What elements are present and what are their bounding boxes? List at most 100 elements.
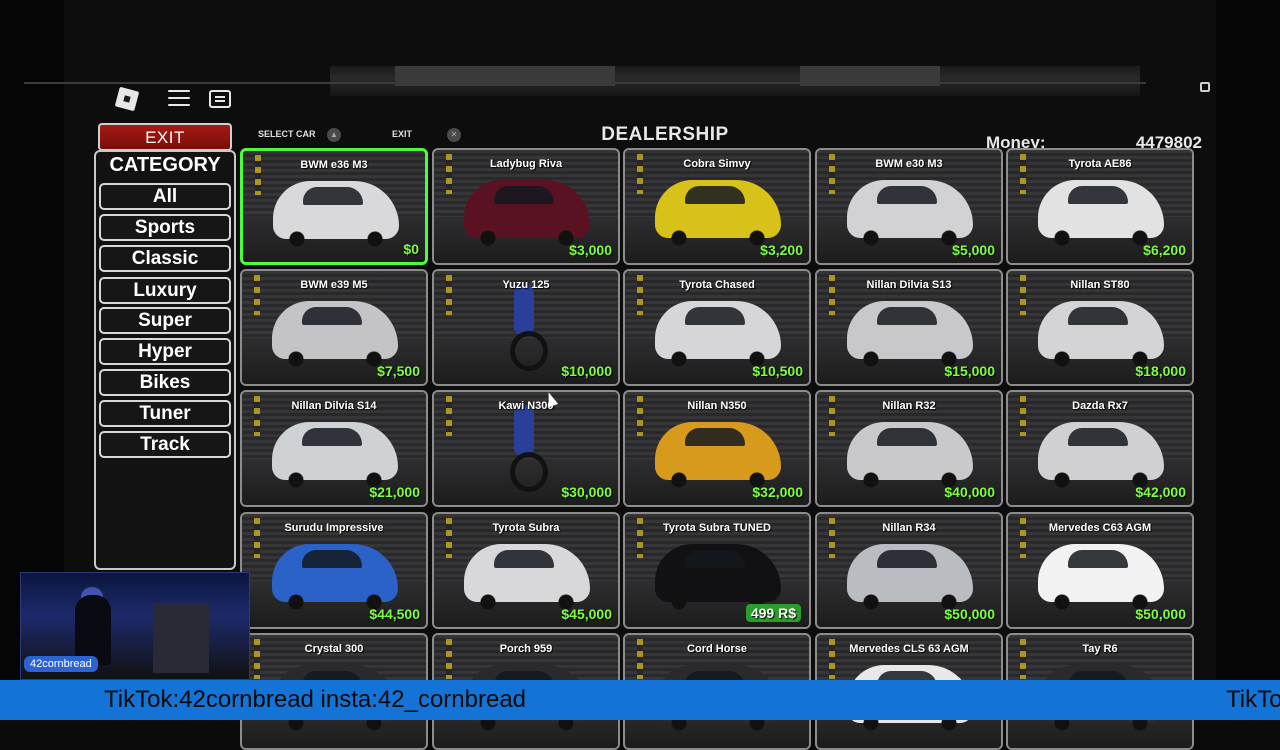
letterbox-right	[1216, 0, 1280, 720]
car-image	[464, 544, 590, 610]
car-price: $50,000	[1135, 606, 1186, 622]
car-card[interactable]: Kawi N300 $30,000	[432, 390, 620, 507]
car-card[interactable]: BWM e36 M3 $0	[240, 148, 428, 265]
car-price: $50,000	[944, 606, 995, 622]
car-price: $3,200	[760, 242, 803, 258]
triangle-button-icon: ▲	[327, 128, 341, 142]
category-track-button[interactable]: Track	[99, 431, 231, 458]
car-card[interactable]: BWM e39 M5 $7,500	[240, 269, 428, 386]
car-price: $21,000	[369, 484, 420, 500]
car-image	[655, 301, 781, 367]
car-price: $45,000	[561, 606, 612, 622]
category-super-button[interactable]: Super	[99, 307, 231, 334]
car-name: Tyrota AE86	[1068, 158, 1132, 170]
car-image	[655, 180, 781, 246]
car-price: $7,500	[377, 363, 420, 379]
menu-icon[interactable]	[168, 90, 190, 108]
banner-text: TikTok:42cornbread insta:42_cornbread	[104, 686, 527, 713]
page-title: DEALERSHIP	[601, 124, 729, 145]
category-sports-button[interactable]: Sports	[99, 214, 231, 241]
car-card[interactable]: Yuzu 125 $10,000	[432, 269, 620, 386]
car-image	[1038, 180, 1164, 246]
car-price: $10,500	[752, 363, 803, 379]
car-image	[847, 180, 973, 246]
category-hyper-button[interactable]: Hyper	[99, 338, 231, 365]
car-name: Tyrota Chased	[679, 279, 755, 291]
window-edge	[24, 82, 1146, 84]
category-all-button[interactable]: All	[99, 183, 231, 210]
car-image	[655, 544, 781, 610]
car-name: Nillan ST80	[1070, 279, 1130, 291]
car-image	[1038, 422, 1164, 488]
car-image	[847, 544, 973, 610]
car-card[interactable]: Nillan N350 $32,000	[623, 390, 811, 507]
car-card[interactable]: Surudu Impressive $44,500	[240, 512, 428, 629]
car-image	[272, 544, 398, 610]
car-card[interactable]: BWM e30 M3 $5,000	[815, 148, 1003, 265]
car-price: $42,000	[1135, 484, 1186, 500]
car-name: BWM e39 M5	[300, 279, 368, 291]
category-classic-button[interactable]: Classic	[99, 245, 231, 272]
background-door	[153, 603, 209, 673]
car-image	[272, 301, 398, 367]
car-card[interactable]: Tyrota AE86 $6,200	[1006, 148, 1194, 265]
screenshot-icon[interactable]	[1200, 82, 1210, 92]
car-card[interactable]: Ladybug Riva $3,000	[432, 148, 620, 265]
car-card[interactable]: Nillan R32 $40,000	[815, 390, 1003, 507]
car-price: $5,000	[952, 242, 995, 258]
banner-text-repeat: TikTok	[1226, 686, 1280, 713]
social-banner: TikTok:42cornbread insta:42_cornbread Ti…	[0, 680, 1280, 720]
car-name: Tyrota Subra	[492, 522, 560, 534]
car-image	[655, 422, 781, 488]
car-card[interactable]: Tyrota Chased $10,500	[623, 269, 811, 386]
car-price: $10,000	[561, 363, 612, 379]
car-image	[1038, 301, 1164, 367]
car-name: Porch 959	[499, 643, 553, 655]
car-price: $0	[403, 241, 419, 257]
car-name: Nillan Dilvia S14	[291, 400, 377, 412]
car-name: Ladybug Riva	[489, 158, 563, 170]
car-name: Crystal 300	[304, 643, 364, 655]
car-name: Surudu Impressive	[284, 522, 384, 534]
car-card[interactable]: Mervedes C63 AGM $50,000	[1006, 512, 1194, 629]
car-name: Tay R6	[1082, 643, 1118, 655]
car-card[interactable]: Tyrota Subra TUNED 499 R$	[623, 512, 811, 629]
car-name: Tyrota Subra TUNED	[663, 522, 771, 534]
car-card[interactable]: Nillan ST80 $18,000	[1006, 269, 1194, 386]
car-price: $30,000	[561, 484, 612, 500]
car-name: Cobra Simvy	[683, 158, 751, 170]
category-luxury-button[interactable]: Luxury	[99, 277, 231, 304]
car-name: Cord Horse	[687, 643, 747, 655]
category-tuner-button[interactable]: Tuner	[99, 400, 231, 427]
car-name: Nillan R34	[882, 522, 936, 534]
car-price: $15,000	[944, 363, 995, 379]
car-card[interactable]: Nillan Dilvia S14 $21,000	[240, 390, 428, 507]
car-price: $3,000	[569, 242, 612, 258]
car-name: Nillan Dilvia S13	[866, 279, 952, 291]
motorbike-image	[504, 285, 548, 371]
category-title: CATEGORY	[109, 154, 221, 176]
exit-button[interactable]: EXIT	[98, 123, 232, 151]
car-price: $44,500	[369, 606, 420, 622]
car-name: Mervedes CLS 63 AGM	[849, 643, 969, 655]
car-name: Nillan R32	[882, 400, 936, 412]
exit-hint: EXIT	[392, 129, 413, 139]
category-bikes-button[interactable]: Bikes	[99, 369, 231, 396]
car-card[interactable]: Cobra Simvy $3,200	[623, 148, 811, 265]
car-card[interactable]: Nillan Dilvia S13 $15,000	[815, 269, 1003, 386]
car-name: Mervedes C63 AGM	[1048, 522, 1152, 534]
car-price: $32,000	[752, 484, 803, 500]
select-car-hint: SELECT CAR	[258, 129, 316, 139]
car-card[interactable]: Nillan R34 $50,000	[815, 512, 1003, 629]
car-price: $18,000	[1135, 363, 1186, 379]
car-name: Kawi N300	[498, 400, 554, 412]
car-card[interactable]: Tyrota Subra $45,000	[432, 512, 620, 629]
car-name: Yuzu 125	[502, 279, 550, 291]
car-image	[464, 180, 590, 246]
chat-icon[interactable]	[209, 90, 231, 108]
car-image	[1038, 544, 1164, 610]
car-name: BWM e36 M3	[300, 159, 368, 171]
car-card[interactable]: Dazda Rx7 $42,000	[1006, 390, 1194, 507]
webcam-name-tag: 42cornbread	[24, 656, 98, 672]
motorbike-image	[504, 406, 548, 492]
